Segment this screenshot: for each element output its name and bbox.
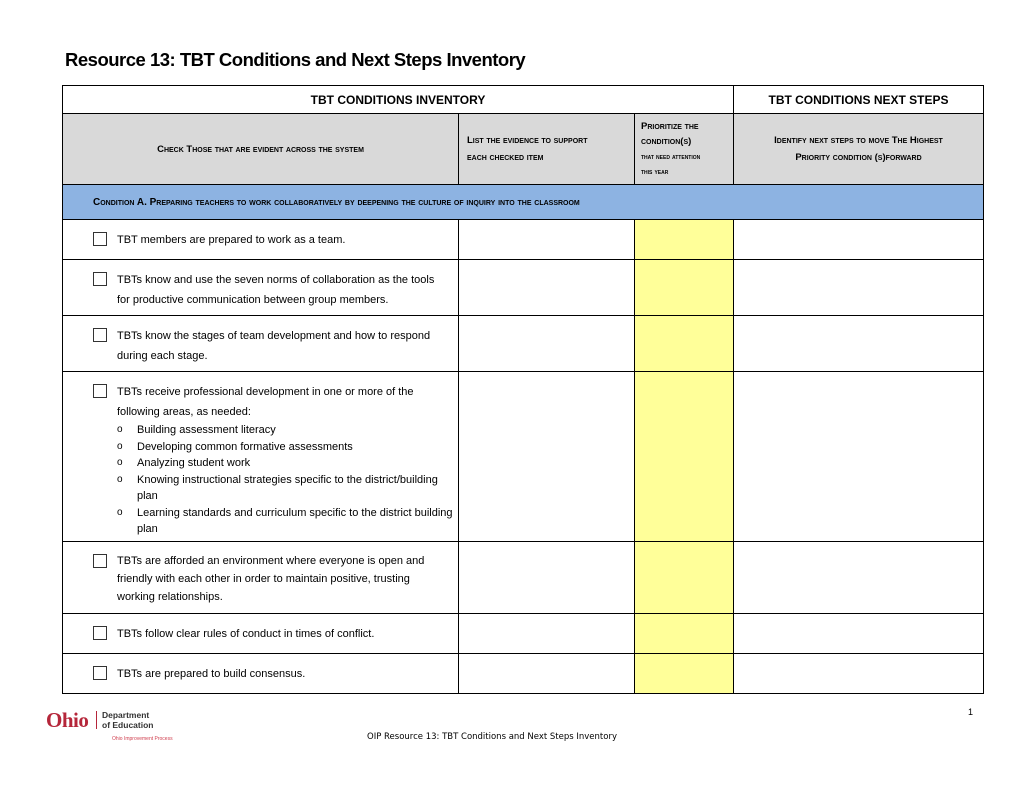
checkbox[interactable] xyxy=(93,626,107,640)
col-evidence-line1: List the evidence to support xyxy=(467,135,588,146)
table-row: TBTs are afforded an environment where e… xyxy=(62,541,984,614)
sub-item: o Developing common formative assessments xyxy=(117,439,458,456)
col-evidence-line2: each checked item xyxy=(467,152,544,163)
next-steps-cell[interactable] xyxy=(733,613,984,654)
priority-cell[interactable] xyxy=(634,315,734,372)
dept-line2: of Education xyxy=(102,720,154,730)
circle-bullet-icon: o xyxy=(117,424,123,435)
next-steps-cell[interactable] xyxy=(733,371,984,542)
conditions-inventory-table: TBT CONDITIONS INVENTORY TBT CONDITIONS … xyxy=(62,85,984,694)
next-steps-cell[interactable] xyxy=(733,219,984,260)
table-row: TBTs receive professional development in… xyxy=(62,371,984,542)
priority-cell[interactable] xyxy=(634,613,734,654)
next-steps-cell[interactable] xyxy=(733,315,984,372)
sub-item: o Building assessment literacy xyxy=(117,422,458,439)
evidence-cell[interactable] xyxy=(458,315,635,372)
ohio-wordmark: Ohio xyxy=(46,708,89,732)
condition-text: TBTs are afforded an environment where e… xyxy=(117,555,425,603)
col-prioritize-line2: condition(s) xyxy=(641,136,692,147)
evidence-cell[interactable] xyxy=(458,653,635,694)
next-steps-cell[interactable] xyxy=(733,541,984,614)
column-header-row: Check Those that are evident across the … xyxy=(62,113,984,185)
condition-text: TBTs know the stages of team development… xyxy=(117,330,431,362)
circle-bullet-icon: o xyxy=(117,457,123,468)
condition-cell: TBTs follow clear rules of conduct in ti… xyxy=(62,613,459,654)
table-row: TBTs know the stages of team development… xyxy=(62,315,984,372)
col-prioritize-line4: this year xyxy=(641,167,669,176)
page-number: 1 xyxy=(968,707,974,717)
table-row: TBTs follow clear rules of conduct in ti… xyxy=(62,613,984,654)
priority-cell[interactable] xyxy=(634,371,734,542)
circle-bullet-icon: o xyxy=(117,473,123,485)
table-row: TBTs know and use the seven norms of col… xyxy=(62,259,984,316)
logo-divider xyxy=(96,711,97,729)
next-steps-cell[interactable] xyxy=(733,653,984,694)
checkbox[interactable] xyxy=(93,666,107,680)
checkbox[interactable] xyxy=(93,328,107,342)
header-inventory: TBT CONDITIONS INVENTORY xyxy=(62,85,734,114)
sub-item-list: o Building assessment literacy o Developin… xyxy=(63,422,458,538)
evidence-cell[interactable] xyxy=(458,613,635,654)
condition-cell: TBTs know and use the seven norms of col… xyxy=(62,259,459,316)
priority-cell[interactable] xyxy=(634,219,734,260)
sub-item: o Knowing instructional strategies specif… xyxy=(117,473,438,503)
evidence-cell[interactable] xyxy=(458,259,635,316)
condition-cell: TBTs are prepared to build consensus. xyxy=(62,653,459,694)
condition-text: TBTs are prepared to build consensus. xyxy=(117,668,306,680)
footer-text: OIP Resource 13: TBT Conditions and Next… xyxy=(367,732,617,742)
col-check-header: Check Those that are evident across the … xyxy=(62,113,459,185)
priority-cell[interactable] xyxy=(634,653,734,694)
dept-line1: Department xyxy=(102,710,150,720)
checkbox[interactable] xyxy=(93,272,107,286)
department-name: Department of Education xyxy=(102,710,153,730)
condition-cell: TBT members are prepared to work as a te… xyxy=(62,219,459,260)
table-row: TBTs are prepared to build consensus. xyxy=(62,653,984,694)
condition-text: TBTs follow clear rules of conduct in ti… xyxy=(117,628,375,640)
condition-cell: TBTs know the stages of team development… xyxy=(62,315,459,372)
checkbox[interactable] xyxy=(93,232,107,246)
col-next-line1: Identify next steps to move The Highest xyxy=(774,135,943,146)
circle-bullet-icon: o xyxy=(117,440,123,452)
col-prioritize-header: Prioritize the condition(s) that need at… xyxy=(634,113,734,185)
evidence-cell[interactable] xyxy=(458,371,635,542)
col-prioritize-line3: that need attention xyxy=(641,152,701,161)
document-title: Resource 13: TBT Conditions and Next Ste… xyxy=(65,49,526,70)
condition-text: TBTs know and use the seven norms of col… xyxy=(117,274,435,306)
sub-item: o Analyzing student work xyxy=(117,455,458,472)
evidence-cell[interactable] xyxy=(458,219,635,260)
table-row: TBT members are prepared to work as a te… xyxy=(62,219,984,260)
circle-bullet-icon: o xyxy=(117,506,123,518)
table-header-row: TBT CONDITIONS INVENTORY TBT CONDITIONS … xyxy=(62,85,984,114)
next-steps-cell[interactable] xyxy=(733,259,984,316)
header-next-steps: TBT CONDITIONS NEXT STEPS xyxy=(733,85,984,114)
col-evidence-header: List the evidence to support each checke… xyxy=(458,113,635,185)
col-next-line2: Priority condition (s)forward xyxy=(795,152,922,163)
col-prioritize-line1: Prioritize the xyxy=(641,121,699,132)
checkbox[interactable] xyxy=(93,554,107,568)
evidence-cell[interactable] xyxy=(458,541,635,614)
condition-text: TBT members are prepared to work as a te… xyxy=(117,234,346,246)
condition-text: TBTs receive professional development in… xyxy=(117,386,414,418)
logo-tagline: Ohio Improvement Process xyxy=(112,736,173,742)
priority-cell[interactable] xyxy=(634,259,734,316)
condition-cell: TBTs are afforded an environment where e… xyxy=(62,541,459,614)
checkbox[interactable] xyxy=(93,384,107,398)
condition-a-label: Condition A. Preparing teachers to work … xyxy=(62,184,984,220)
priority-cell[interactable] xyxy=(634,541,734,614)
col-next-steps-header: Identify next steps to move The Highest … xyxy=(733,113,984,185)
ohio-department-of-education-logo: Ohio Department of Education Ohio Improv… xyxy=(46,708,206,742)
condition-a-row: Condition A. Preparing teachers to work … xyxy=(62,184,984,220)
sub-item: o Learning standards and curriculum speci… xyxy=(117,506,453,536)
condition-cell: TBTs receive professional development in… xyxy=(62,371,459,542)
